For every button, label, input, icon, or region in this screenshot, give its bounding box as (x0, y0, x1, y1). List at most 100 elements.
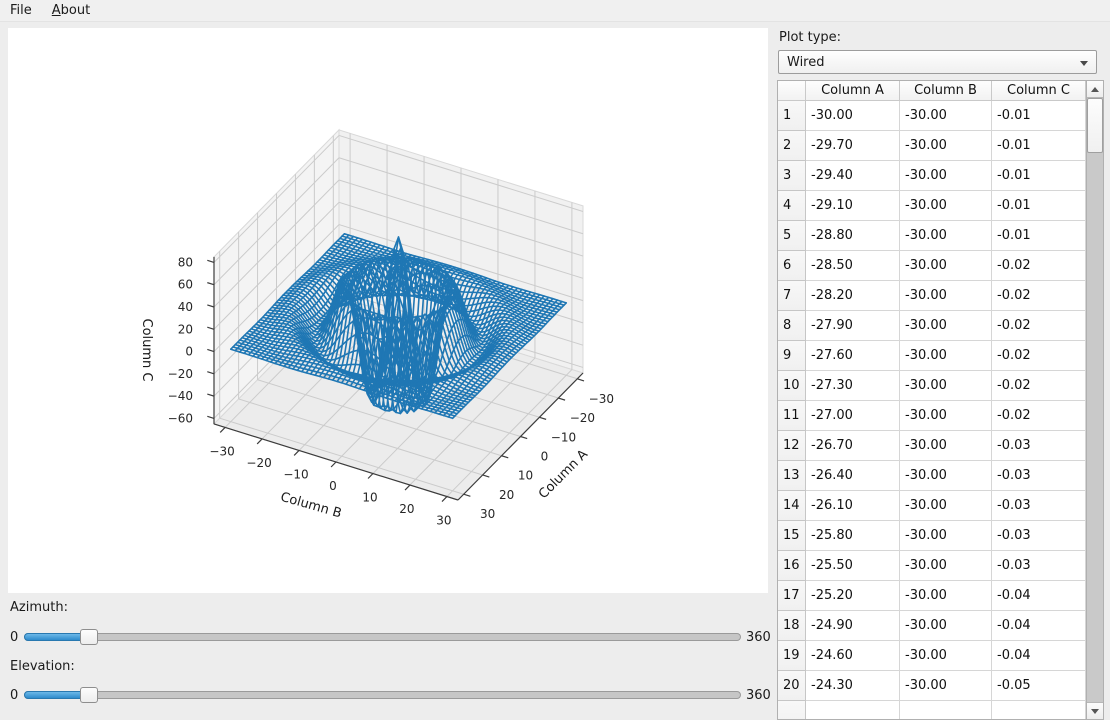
table-cell[interactable]: -29.10 (806, 191, 900, 221)
table-cell[interactable]: -26.40 (806, 461, 900, 491)
table-cell[interactable]: -0.03 (992, 551, 1086, 581)
table-cell[interactable]: -30.00 (900, 581, 992, 611)
scrollbar-down-button[interactable] (1087, 702, 1103, 719)
row-header[interactable] (778, 701, 806, 720)
scrollbar-up-button[interactable] (1087, 81, 1103, 98)
table-cell[interactable]: -30.00 (900, 371, 992, 401)
table-cell[interactable]: -0.03 (992, 461, 1086, 491)
row-header[interactable]: 3 (778, 161, 806, 191)
table-cell[interactable]: -25.20 (806, 581, 900, 611)
table-cell[interactable]: -25.80 (806, 521, 900, 551)
table-cell[interactable]: -0.03 (992, 431, 1086, 461)
azimuth-slider-groove[interactable] (24, 633, 741, 641)
table-cell[interactable]: -0.04 (992, 641, 1086, 671)
row-header[interactable]: 12 (778, 431, 806, 461)
elevation-slider[interactable] (24, 686, 741, 704)
menu-item-about[interactable]: About (42, 1, 100, 20)
table-cell[interactable]: -24.60 (806, 641, 900, 671)
table-corner-cell[interactable] (778, 81, 806, 100)
table-cell[interactable]: -30.00 (900, 641, 992, 671)
table-cell[interactable]: -30.00 (900, 401, 992, 431)
row-header[interactable]: 19 (778, 641, 806, 671)
table-cell[interactable]: -0.02 (992, 371, 1086, 401)
table-cell[interactable]: -30.00 (900, 281, 992, 311)
table-cell[interactable]: -30.00 (900, 461, 992, 491)
row-header[interactable]: 17 (778, 581, 806, 611)
elevation-slider-handle[interactable] (80, 687, 98, 703)
table-cell[interactable]: -28.20 (806, 281, 900, 311)
scrollbar-thumb[interactable] (1087, 98, 1103, 153)
table-cell[interactable]: -0.03 (992, 491, 1086, 521)
row-header[interactable]: 15 (778, 521, 806, 551)
table-cell[interactable]: -27.00 (806, 401, 900, 431)
table-cell[interactable]: -24.90 (806, 611, 900, 641)
table-cell[interactable]: -0.02 (992, 311, 1086, 341)
row-header[interactable]: 1 (778, 101, 806, 131)
table-cell[interactable]: -30.00 (900, 611, 992, 641)
row-header[interactable]: 11 (778, 401, 806, 431)
table-cell[interactable]: -28.50 (806, 251, 900, 281)
table-cell[interactable] (806, 701, 900, 720)
table-cell[interactable]: -30.00 (900, 341, 992, 371)
table-vertical-scrollbar[interactable] (1086, 81, 1103, 719)
table-cell[interactable]: -30.00 (900, 221, 992, 251)
table-cell[interactable]: -30.00 (900, 431, 992, 461)
table-cell[interactable]: -0.02 (992, 251, 1086, 281)
row-header[interactable]: 7 (778, 281, 806, 311)
table-cell[interactable]: -27.30 (806, 371, 900, 401)
row-header[interactable]: 18 (778, 611, 806, 641)
column-header-column-b[interactable]: Column B (900, 81, 992, 100)
row-header[interactable]: 2 (778, 131, 806, 161)
column-header-column-c[interactable]: Column C (992, 81, 1086, 100)
row-header[interactable]: 16 (778, 551, 806, 581)
row-header[interactable]: 20 (778, 671, 806, 701)
table-cell[interactable]: -0.04 (992, 581, 1086, 611)
azimuth-slider[interactable] (24, 628, 741, 646)
table-cell[interactable]: -30.00 (900, 491, 992, 521)
menu-item-file[interactable]: File (0, 1, 42, 20)
table-cell[interactable]: -26.70 (806, 431, 900, 461)
row-header[interactable]: 13 (778, 461, 806, 491)
table-cell[interactable] (900, 701, 992, 720)
row-header[interactable]: 9 (778, 341, 806, 371)
table-cell[interactable]: -0.05 (992, 671, 1086, 701)
table-cell[interactable]: -28.80 (806, 221, 900, 251)
table-cell[interactable]: -0.02 (992, 341, 1086, 371)
table-cell[interactable]: -0.02 (992, 281, 1086, 311)
table-cell[interactable]: -30.00 (900, 131, 992, 161)
azimuth-slider-handle[interactable] (80, 629, 98, 645)
table-cell[interactable]: -25.50 (806, 551, 900, 581)
elevation-slider-groove[interactable] (24, 691, 741, 699)
table-cell[interactable]: -29.70 (806, 131, 900, 161)
plot-type-dropdown[interactable]: Wired (778, 50, 1097, 74)
table-cell[interactable]: -24.30 (806, 671, 900, 701)
table-cell[interactable]: -0.04 (992, 611, 1086, 641)
table-cell[interactable]: -30.00 (900, 521, 992, 551)
table-cell[interactable]: -0.01 (992, 101, 1086, 131)
row-header[interactable]: 14 (778, 491, 806, 521)
table-cell[interactable]: -30.00 (900, 101, 992, 131)
table-cell[interactable]: -0.03 (992, 521, 1086, 551)
table-cell[interactable]: -0.02 (992, 401, 1086, 431)
table-cell[interactable]: -26.10 (806, 491, 900, 521)
row-header[interactable]: 6 (778, 251, 806, 281)
table-cell[interactable]: -27.90 (806, 311, 900, 341)
table-cell[interactable]: -0.01 (992, 131, 1086, 161)
table-cell[interactable]: -30.00 (900, 161, 992, 191)
table-cell[interactable]: -30.00 (900, 311, 992, 341)
table-cell[interactable]: -30.00 (900, 551, 992, 581)
plot-canvas-3d[interactable]: −30−20−100102030−30−20−100102030−60−40−2… (8, 28, 768, 593)
table-cell[interactable]: -0.01 (992, 161, 1086, 191)
row-header[interactable]: 4 (778, 191, 806, 221)
column-header-column-a[interactable]: Column A (806, 81, 900, 100)
table-cell[interactable]: -30.00 (900, 251, 992, 281)
table-cell[interactable]: -27.60 (806, 341, 900, 371)
table-cell[interactable]: -30.00 (900, 671, 992, 701)
row-header[interactable]: 5 (778, 221, 806, 251)
row-header[interactable]: 10 (778, 371, 806, 401)
table-cell[interactable] (992, 701, 1086, 720)
row-header[interactable]: 8 (778, 311, 806, 341)
table-cell[interactable]: -30.00 (900, 191, 992, 221)
table-cell[interactable]: -29.40 (806, 161, 900, 191)
table-cell[interactable]: -0.01 (992, 191, 1086, 221)
